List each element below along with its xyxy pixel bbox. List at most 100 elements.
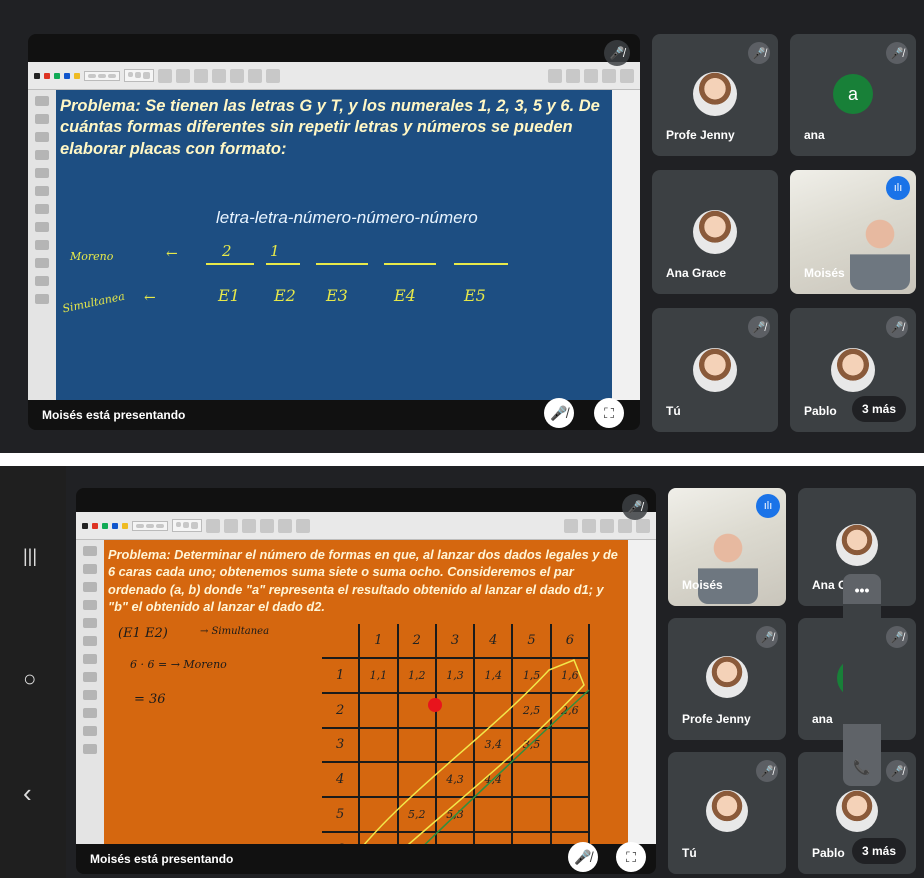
call-icon[interactable]: 📞 xyxy=(843,759,881,776)
pen-size-group[interactable] xyxy=(124,69,154,82)
undo-icon[interactable] xyxy=(194,68,208,83)
more-participants-chip[interactable]: 3 más xyxy=(851,838,906,864)
participant-tile-profe-jenny[interactable]: 🎤̸ Profe Jenny xyxy=(652,34,778,156)
settings-icon[interactable] xyxy=(564,518,578,533)
whiteboard-scrollbar[interactable] xyxy=(612,90,640,400)
participant-tile-pablo[interactable]: 🎤̸ Pablo 3 más xyxy=(790,308,916,432)
pen-color-red[interactable] xyxy=(92,522,98,529)
back-button[interactable]: ‹ xyxy=(23,778,32,809)
line-tool-icon[interactable] xyxy=(35,258,49,268)
fill-tool-icon[interactable] xyxy=(35,186,49,196)
share-icon[interactable] xyxy=(620,68,634,83)
add-page-icon[interactable] xyxy=(296,518,310,533)
image-tool-icon[interactable] xyxy=(83,744,97,754)
compass-icon[interactable] xyxy=(83,690,97,700)
next-page-icon[interactable] xyxy=(278,518,292,533)
participant-tile-moises[interactable]: ılı Moisés xyxy=(790,170,916,294)
presentation-area[interactable]: Problema: Se tienen las letras G y T, y … xyxy=(28,34,640,430)
share-icon[interactable] xyxy=(636,518,650,533)
pen-color-blue[interactable] xyxy=(112,522,118,529)
presenter-mic-off-icon: 🎤̸ xyxy=(622,494,648,520)
text-tool-icon[interactable] xyxy=(83,726,97,736)
pen-color-red[interactable] xyxy=(44,72,50,79)
participant-tile-ana-grace[interactable]: Ana Grace xyxy=(652,170,778,294)
more-options-icon[interactable]: ••• xyxy=(843,582,881,598)
undo-icon[interactable] xyxy=(242,518,256,533)
compass-icon[interactable] xyxy=(35,240,49,250)
board-icon[interactable] xyxy=(206,518,220,533)
pen-color-black[interactable] xyxy=(82,522,88,529)
more-participants-chip[interactable]: 3 más xyxy=(851,396,906,422)
eraser-tool-icon[interactable] xyxy=(83,564,97,574)
participant-tile-profe-jenny[interactable]: 🎤̸ Profe Jenny xyxy=(668,618,786,740)
participant-name: Profe Jenny xyxy=(666,128,735,142)
highlighter-icon[interactable] xyxy=(176,68,190,83)
pen-tool-icon[interactable] xyxy=(83,546,97,556)
screen-icon[interactable] xyxy=(266,68,280,83)
pen-color-yellow[interactable] xyxy=(74,72,80,79)
android-nav-bar: ||| ○ ‹ xyxy=(0,466,66,878)
marker-tool-icon[interactable] xyxy=(83,582,97,592)
eraser-tool-icon[interactable] xyxy=(35,114,49,124)
highlighter-icon[interactable] xyxy=(224,518,238,533)
zoom-out-icon[interactable] xyxy=(35,222,49,232)
pen-color-blue[interactable] xyxy=(64,72,70,79)
monitor-icon[interactable] xyxy=(618,518,632,533)
unpin-mic-button[interactable]: 🎤̸ xyxy=(568,842,598,872)
drag-handle[interactable] xyxy=(843,604,881,724)
participant-tile-moises[interactable]: ılı Moisés xyxy=(668,488,786,606)
whiteboard-canvas[interactable]: Problema: Se tienen las letras G y T, y … xyxy=(56,90,612,400)
line-style-group[interactable] xyxy=(132,520,168,531)
settings-icon[interactable] xyxy=(548,68,562,83)
hand-tool-icon[interactable] xyxy=(83,618,97,628)
page-icon[interactable] xyxy=(260,518,274,533)
pen-color-green[interactable] xyxy=(54,72,60,79)
pen-size-group[interactable] xyxy=(172,519,202,532)
avatar xyxy=(831,348,875,392)
whiteboard-canvas[interactable]: Problema: Determinar el número de formas… xyxy=(104,540,628,844)
fullscreen-button[interactable]: ⛶ xyxy=(594,398,624,428)
call-control-panel[interactable]: ••• 📞 xyxy=(843,574,881,786)
line-style-group[interactable] xyxy=(84,70,120,81)
globe-icon[interactable] xyxy=(566,68,580,83)
participant-tile-ana[interactable]: 🎤̸ a ana xyxy=(790,34,916,156)
pen-color-green[interactable] xyxy=(102,522,108,529)
participant-tile-tu[interactable]: 🎤̸ Tú xyxy=(652,308,778,432)
pen-color-black[interactable] xyxy=(34,72,40,79)
zoom-in-icon[interactable] xyxy=(35,204,49,214)
meet-screenshot-1: Problema: Se tienen las letras G y T, y … xyxy=(0,0,924,453)
monitor-icon[interactable] xyxy=(602,68,616,83)
document-icon[interactable] xyxy=(584,68,598,83)
select-tool-icon[interactable] xyxy=(35,150,49,160)
fullscreen-button[interactable]: ⛶ xyxy=(616,842,646,872)
globe-icon[interactable] xyxy=(582,518,596,533)
recents-button[interactable]: ||| xyxy=(23,546,37,567)
marker-tool-icon[interactable] xyxy=(35,132,49,142)
page-icon[interactable] xyxy=(212,68,226,83)
presentation-area[interactable]: Problema: Determinar el número de formas… xyxy=(76,488,656,874)
participant-name: Pablo xyxy=(804,404,837,418)
handwriting-row1-label: Moreno xyxy=(70,250,114,263)
text-tool-icon[interactable] xyxy=(35,276,49,286)
board-icon[interactable] xyxy=(158,68,172,83)
fill-tool-icon[interactable] xyxy=(83,636,97,646)
line-tool-icon[interactable] xyxy=(83,708,97,718)
participant-tile-tu[interactable]: 🎤̸ Tú xyxy=(668,752,786,874)
document-icon[interactable] xyxy=(600,518,614,533)
add-page-icon[interactable] xyxy=(248,68,262,83)
whiteboard-scrollbar[interactable] xyxy=(628,540,656,844)
mic-off-icon: 🎤̸ xyxy=(886,760,908,782)
diagonal-highlights xyxy=(363,659,590,844)
hand-tool-icon[interactable] xyxy=(35,168,49,178)
zoom-out-icon[interactable] xyxy=(83,672,97,682)
next-page-icon[interactable] xyxy=(230,68,244,83)
whiteboard-toolbar xyxy=(28,62,640,90)
home-button[interactable]: ○ xyxy=(23,666,36,692)
pen-color-yellow[interactable] xyxy=(122,522,128,529)
unpin-mic-button[interactable]: 🎤̸ xyxy=(544,398,574,428)
person-figure xyxy=(698,524,758,604)
image-tool-icon[interactable] xyxy=(35,294,49,304)
pen-tool-icon[interactable] xyxy=(35,96,49,106)
zoom-in-icon[interactable] xyxy=(83,654,97,664)
select-tool-icon[interactable] xyxy=(83,600,97,610)
